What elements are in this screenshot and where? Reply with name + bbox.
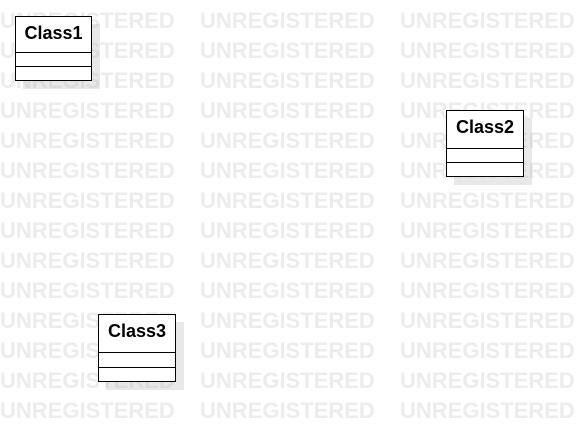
- watermark-row: UNREGISTEREDUNREGISTEREDUNREGISTERED: [0, 310, 582, 332]
- watermark-text: UNREGISTERED: [200, 218, 375, 243]
- watermark-row: UNREGISTERED UNREGISTERED UNREGISTERED: [0, 280, 582, 302]
- watermark-text: UNREGISTERED: [0, 278, 175, 303]
- class-name: Class1: [16, 17, 91, 53]
- watermark-text: UNREGISTERED: [200, 398, 375, 423]
- watermark-row: UNREGISTERED UNREGISTERED UNREGISTERED: [0, 400, 582, 422]
- watermark-text: UNREGISTERED: [200, 128, 375, 153]
- watermark-text: UNREGISTERED: [400, 68, 575, 93]
- watermark-text: UNREGISTERED: [0, 128, 175, 153]
- watermark-text: UNREGISTERED: [400, 338, 575, 363]
- watermark-row: UNREGISTERED UNREGISTERED UNREGISTERED: [0, 220, 582, 242]
- watermark-text: UNREGISTERED: [400, 398, 575, 423]
- operations-compartment: [447, 163, 523, 176]
- watermark-text: UNREGISTERED: [200, 368, 375, 393]
- watermark-text: UNREGISTERED: [200, 98, 375, 123]
- watermark-text: UNREGISTERED: [200, 68, 375, 93]
- watermark-row: UNREGISTERED UNREGISTERED UNREGISTERED: [0, 250, 582, 272]
- watermark-text: UNREGISTERED: [400, 368, 575, 393]
- watermark-text: UNREGISTERED: [200, 8, 375, 33]
- watermark-text: UNREGISTERED: [400, 248, 575, 273]
- watermark-text: UNREGISTERED: [400, 8, 575, 33]
- diagram-canvas[interactable]: UNREGISTERED UNREGISTERED UNREGISTERED UNRE…: [0, 0, 582, 441]
- watermark-text: UNREGISTERED: [400, 38, 575, 63]
- watermark-row: UNREGISTERED UNREGISTERED UNREGISTERED: [0, 190, 582, 212]
- class-name: Class3: [99, 315, 175, 353]
- watermark-text: UNREGISTERED: [200, 248, 375, 273]
- attributes-compartment: [16, 53, 91, 67]
- watermark-text: UNREGISTERED: [0, 98, 175, 123]
- uml-class-3[interactable]: Class3: [98, 314, 176, 382]
- watermark-text: UNREGISTERED: [200, 38, 375, 63]
- watermark-text: UNREGISTERED: [200, 158, 375, 183]
- uml-class-1[interactable]: Class1: [15, 16, 92, 81]
- watermark-row: UNREGISTEREDUNREGISTEREDUNREGISTERED: [0, 370, 582, 392]
- operations-compartment: [16, 67, 91, 80]
- attributes-compartment: [99, 353, 175, 368]
- watermark-text: UNREGISTERED: [200, 308, 375, 333]
- watermark-text: UNREGISTERED: [200, 278, 375, 303]
- class-name: Class2: [447, 111, 523, 149]
- watermark-text: UNREGISTERED: [0, 188, 175, 213]
- attributes-compartment: [447, 149, 523, 163]
- watermark-text: UNREGISTERED: [400, 218, 575, 243]
- watermark-text: UNREGISTERED: [200, 188, 375, 213]
- watermark-text: UNREGISTERED: [0, 248, 175, 273]
- watermark-row: UNREGISTEREDUNREGISTEREDUNREGISTERED: [0, 340, 582, 362]
- watermark-text: UNREGISTERED: [0, 158, 175, 183]
- watermark-text: UNREGISTERED: [400, 278, 575, 303]
- watermark-text: UNREGISTERED: [400, 188, 575, 213]
- watermark-text: UNREGISTERED: [400, 308, 575, 333]
- uml-class-2[interactable]: Class2: [446, 110, 524, 177]
- watermark-text: UNREGISTERED: [0, 218, 175, 243]
- watermark-text: UNREGISTERED: [0, 398, 175, 423]
- watermark-text: UNREGISTERED: [200, 338, 375, 363]
- operations-compartment: [99, 368, 175, 381]
